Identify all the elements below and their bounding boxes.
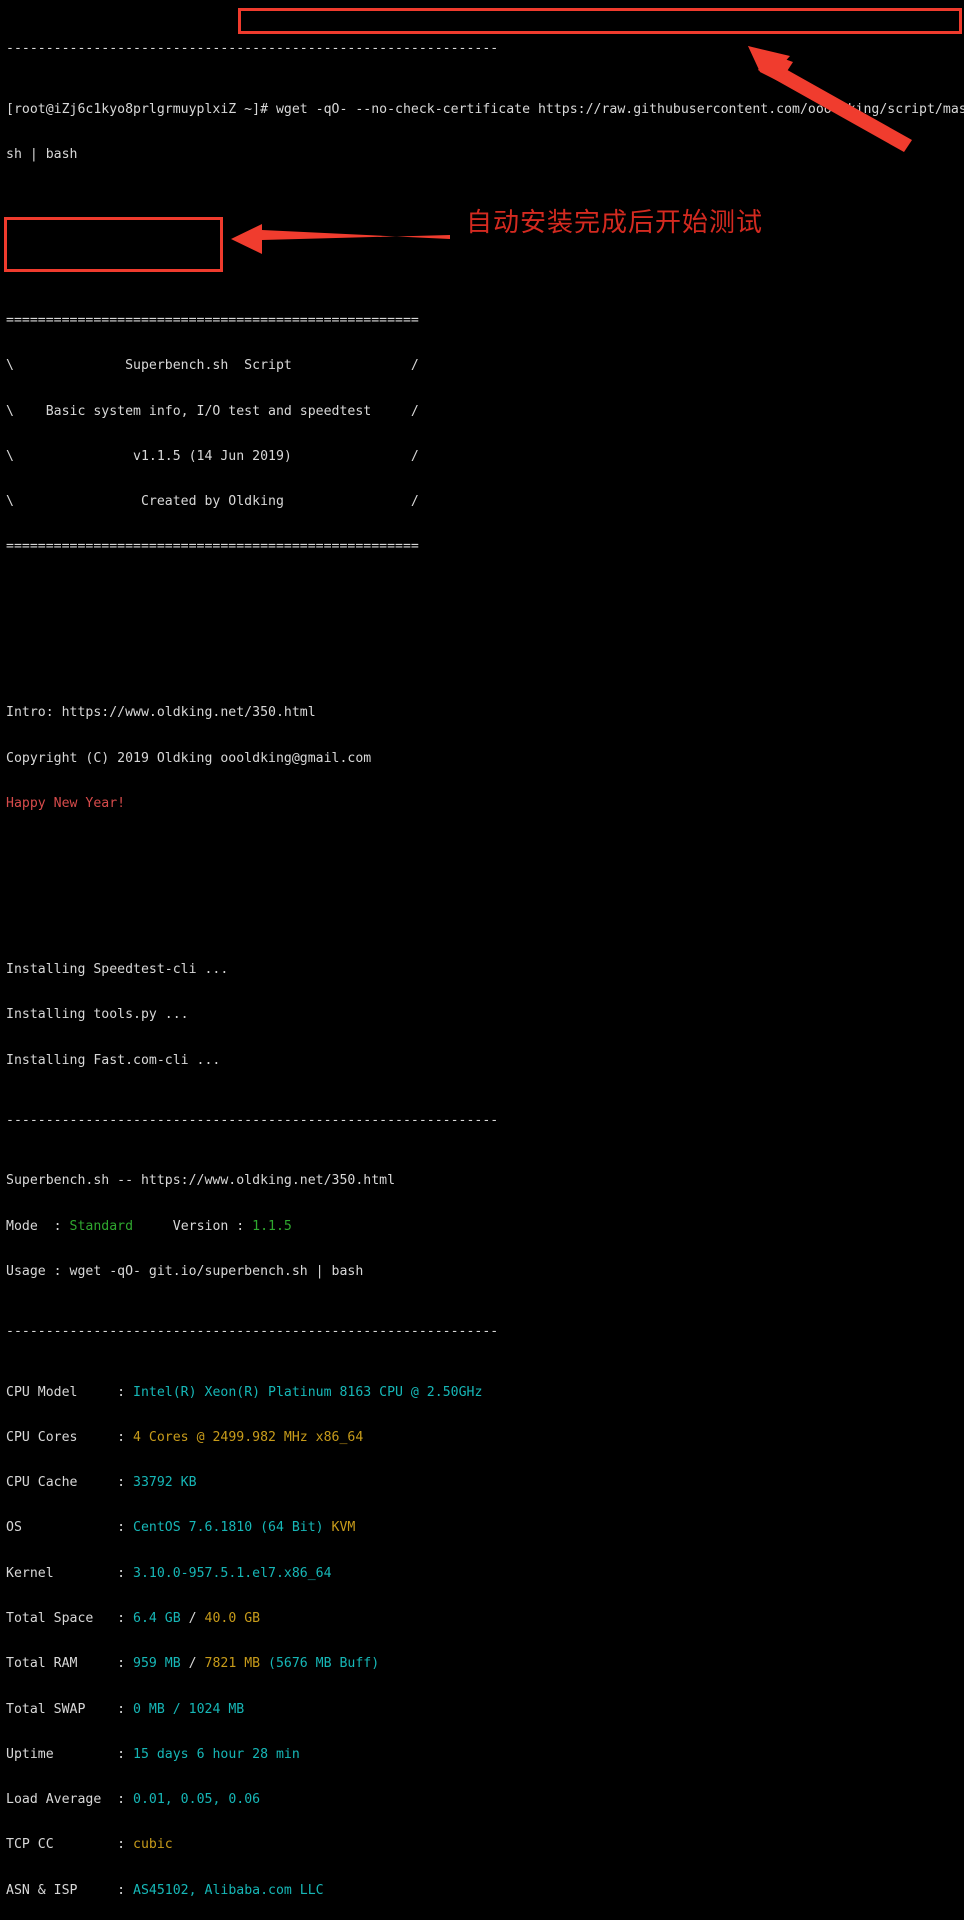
sysinfo-pad: : <box>85 1701 134 1717</box>
sysinfo-label: OS <box>6 1520 22 1536</box>
sysinfo-value-total: 7821 MB <box>204 1656 261 1672</box>
sysinfo-row-total-ram: Total RAM : 959 MB / 7821 MB (5676 MB Bu… <box>6 1656 964 1671</box>
sysinfo-value: 15 days 6 hour 28 min <box>133 1746 300 1762</box>
installing-line-3: Installing Fast.com-cli ... <box>6 1052 221 1068</box>
sysinfo-row-asn-isp: ASN & ISP : AS45102, Alibaba.com LLC <box>6 1883 964 1898</box>
header-title: Superbench.sh -- https://www.oldking.net… <box>6 1173 396 1189</box>
sysinfo-label: Total SWAP <box>6 1701 86 1717</box>
sysinfo-pad: : <box>101 1792 134 1808</box>
header-usage: Usage : wget -qO- git.io/superbench.sh |… <box>6 1263 364 1279</box>
terminal-output: ----------------------------------------… <box>6 0 964 1920</box>
banner-line-1: \ Superbench.sh Script / <box>6 358 419 374</box>
blank-3 <box>6 600 964 615</box>
sysinfo-pad: : <box>53 1565 134 1581</box>
sysinfo-row-total-swap: Total SWAP : 0 MB / 1024 MB <box>6 1702 964 1717</box>
header-mode-version: Mode : Standard Version : 1.1.5 <box>6 1219 964 1234</box>
sysinfo-pad: : <box>93 1611 134 1627</box>
copyright-line: Copyright (C) 2019 Oldking oooldking@gma… <box>6 750 372 766</box>
installing-line-2: Installing tools.py ... <box>6 1007 189 1023</box>
sysinfo-value-used: 959 MB <box>133 1656 181 1672</box>
sysinfo-row-kernel: Kernel : 3.10.0-957.5.1.el7.x86_64 <box>6 1566 964 1581</box>
sysinfo-label: CPU Model <box>6 1384 78 1400</box>
mode-version-gap <box>133 1219 173 1234</box>
sysinfo-value: 0 MB / 1024 MB <box>133 1701 245 1717</box>
mode-value: Standard <box>69 1218 134 1234</box>
sysinfo-pad: : <box>53 1837 134 1853</box>
sysinfo-row-cpu-cores: CPU Cores : 4 Cores @ 2499.982 MHz x86_6… <box>6 1430 964 1445</box>
sysinfo-row-cpu-model: CPU Model : Intel(R) Xeon(R) Platinum 81… <box>6 1385 964 1400</box>
intro-line: Intro: https://www.oldking.net/350.html <box>6 705 316 721</box>
command-line: [root@iZj6c1kyo8prlgrmuyplxiZ ~]# wget -… <box>6 102 964 117</box>
sysinfo-value: 3.10.0-957.5.1.el7.x86_64 <box>133 1565 332 1581</box>
sysinfo-row-uptime: Uptime : 15 days 6 hour 28 min <box>6 1747 964 1762</box>
banner-line-2: \ Basic system info, I/O test and speedt… <box>6 403 419 419</box>
installing-line-1: Installing Speedtest-cli ... <box>6 962 229 977</box>
sysinfo-value: 0.01, 0.05, 0.06 <box>133 1792 261 1808</box>
version-value: 1.1.5 <box>252 1218 292 1234</box>
sysinfo-value-used: 6.4 GB <box>133 1611 181 1627</box>
sysinfo-label: Total Space <box>6 1611 94 1627</box>
sysinfo-pad: : <box>77 1429 134 1445</box>
sysinfo-value: cubic <box>133 1837 173 1853</box>
blank-5 <box>6 856 964 871</box>
version-label: Version : <box>172 1218 253 1234</box>
sysinfo-pad: : <box>77 1475 134 1491</box>
sysinfo-pad: : <box>77 1656 134 1672</box>
banner-line-3: \ v1.1.5 (14 Jun 2019) / <box>6 448 419 464</box>
sysinfo-label: Load Average <box>6 1792 102 1808</box>
sysinfo-label: TCP CC <box>6 1837 54 1853</box>
blank-4 <box>6 645 964 660</box>
sysinfo-value: AS45102, Alibaba.com LLC <box>133 1882 324 1898</box>
separator-2: ----------------------------------------… <box>6 1324 499 1340</box>
sysinfo-row-os: OS : CentOS 7.6.1810 (64 Bit) KVM <box>6 1520 964 1535</box>
sysinfo-label: CPU Cache <box>6 1475 78 1491</box>
blank-2 <box>6 253 964 268</box>
sysinfo-label: ASN & ISP <box>6 1882 78 1898</box>
blank-1 <box>6 207 964 222</box>
sysinfo-value-virt: KVM <box>331 1520 356 1536</box>
sysinfo-value-sep: / <box>180 1611 205 1627</box>
sysinfo-label: CPU Cores <box>6 1429 78 1445</box>
top-rule: ----------------------------------------… <box>6 41 499 57</box>
sysinfo-label: Total RAM <box>6 1656 78 1672</box>
sysinfo-value-buff: (5676 MB Buff) <box>260 1656 380 1672</box>
banner-rule-bottom: ========================================… <box>6 539 419 555</box>
sysinfo-label: Uptime <box>6 1746 54 1762</box>
sysinfo-value: Intel(R) Xeon(R) Platinum 8163 CPU @ 2.5… <box>133 1384 483 1400</box>
sysinfo-row-cpu-cache: CPU Cache : 33792 KB <box>6 1475 964 1490</box>
sysinfo-pad: : <box>77 1384 134 1400</box>
sysinfo-value-total: 40.0 GB <box>204 1611 261 1627</box>
sysinfo-pad: : <box>53 1746 134 1762</box>
greeting-line: Happy New Year! <box>6 795 126 811</box>
sysinfo-label: Kernel <box>6 1565 54 1581</box>
mode-label: Mode : <box>6 1218 70 1234</box>
sysinfo-pad: : <box>77 1882 134 1898</box>
sysinfo-row-load-average: Load Average : 0.01, 0.05, 0.06 <box>6 1792 964 1807</box>
sysinfo-row-tcp-cc: TCP CC : cubic <box>6 1837 964 1852</box>
blank-6 <box>6 902 964 917</box>
sysinfo-row-total-space: Total Space : 6.4 GB / 40.0 GB <box>6 1611 964 1626</box>
sysinfo-value-sep: / <box>180 1656 205 1672</box>
shell-command-wrap: sh | bash <box>6 146 78 162</box>
sysinfo-value-os: CentOS 7.6.1810 (64 Bit) <box>133 1520 332 1536</box>
banner-line-4: \ Created by Oldking / <box>6 494 419 510</box>
shell-prompt: [root@iZj6c1kyo8prlgrmuyplxiZ ~]# <box>6 101 276 117</box>
sysinfo-pad: : <box>21 1520 134 1536</box>
sysinfo-value: 4 Cores @ 2499.982 MHz x86_64 <box>133 1429 364 1445</box>
terminal-window: ----------------------------------------… <box>0 0 964 1898</box>
sysinfo-value: 33792 KB <box>133 1475 197 1491</box>
banner-rule-top: ========================================… <box>6 312 419 328</box>
shell-command[interactable]: wget -qO- --no-check-certificate https:/… <box>276 102 964 117</box>
separator-1: ----------------------------------------… <box>6 1112 499 1128</box>
